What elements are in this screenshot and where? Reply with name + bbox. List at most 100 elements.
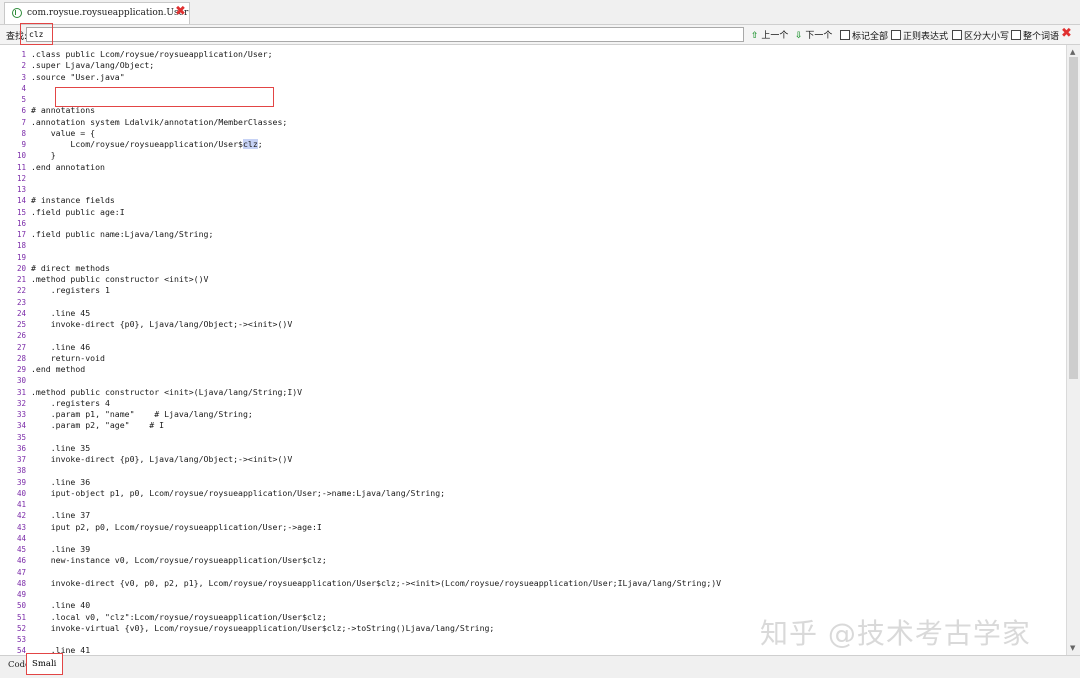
scroll-down-icon[interactable]: ▼: [1070, 644, 1075, 652]
code-line: .super Ljava/lang/Object;: [31, 60, 155, 71]
close-find-icon[interactable]: ✖: [1061, 26, 1072, 42]
code-line: .line 46: [31, 341, 91, 352]
line-number: 47: [16, 567, 26, 577]
view-tab-bar: Code Smali: [0, 655, 1080, 678]
code-line: .local v0, "clz":Lcom/roysue/roysueappli…: [31, 611, 327, 622]
code-line: Lcom/roysue/roysueapplication/User$clz;: [31, 139, 263, 149]
line-number: 15: [16, 207, 26, 217]
scroll-up-icon[interactable]: ▲: [1070, 48, 1075, 56]
line-number: 46: [16, 556, 26, 566]
watermark: 知乎 @技术考古学家: [760, 617, 1031, 650]
line-number: 8: [21, 128, 26, 138]
scrollbar-thumb[interactable]: [1069, 57, 1078, 379]
find-next-button[interactable]: ⇩ 下一个: [795, 28, 832, 41]
line-number-gutter: 1 2 3 4 5 6 7 8 9 10 11 12 13 14 15 16 17 18 19 20 21 22 23 24 2…: [0, 45, 28, 655]
line-number: 38: [16, 466, 26, 476]
mark-all-checkbox[interactable]: 标记全部: [840, 29, 888, 42]
code-line: # instance fields: [31, 195, 115, 206]
line-number: 21: [16, 275, 26, 284]
line-number: 24: [16, 308, 26, 318]
line-number: 50: [16, 601, 26, 611]
line-number: 6: [21, 106, 26, 116]
code-line: new-instance v0, Lcom/roysue/roysueappli…: [31, 555, 327, 566]
find-previous-button[interactable]: ⇧ 上一个: [751, 28, 788, 41]
checkbox-box: [840, 30, 850, 40]
line-number: 35: [16, 432, 26, 442]
match-case-checkbox[interactable]: 区分大小写: [952, 29, 1009, 42]
line-number: 32: [16, 398, 26, 408]
code-line: .end annotation: [31, 161, 105, 172]
line-number: 40: [16, 488, 26, 498]
line-number: 18: [16, 241, 26, 251]
code-line: invoke-direct {p0}, Ljava/lang/Object;->…: [31, 319, 293, 329]
line-number: 16: [16, 218, 26, 228]
line-number: 52: [16, 623, 26, 633]
line-number: 3: [21, 72, 26, 82]
line-number: 25: [16, 320, 26, 329]
code-line: .registers 4: [31, 397, 110, 408]
code-line: .line 39: [31, 544, 91, 554]
close-icon[interactable]: ✖: [175, 5, 186, 19]
line-number: 43: [16, 522, 26, 532]
line-number: 20: [16, 263, 26, 273]
code-highlight-box: [55, 87, 274, 107]
line-number: 41: [16, 500, 26, 509]
find-previous-label: 上一个: [761, 31, 789, 41]
line-number: 12: [16, 173, 26, 183]
find-input[interactable]: [26, 27, 744, 42]
line-number: 33: [16, 410, 26, 419]
line-number: 14: [16, 196, 26, 206]
line-number: 27: [16, 342, 26, 352]
smali-code-editor[interactable]: 1 2 3 4 5 6 7 8 9 10 11 12 13 14 15 16 17 18 19 20 21 22 23 24 2…: [0, 45, 1066, 655]
code-line: .param p1, "name" # Ljava/lang/String;: [31, 409, 253, 419]
whole-word-checkbox[interactable]: 整个词语: [1011, 29, 1059, 42]
line-number: 49: [16, 590, 26, 599]
file-tab[interactable]: com.roysue.roysueapplication.User ✖: [4, 2, 190, 24]
match-case-label: 区分大小写: [964, 32, 1010, 42]
code-line: invoke-direct {v0, p0, p2, p1}, Lcom/roy…: [31, 577, 722, 588]
code-line: .line 36: [31, 476, 91, 487]
code-line: .end method: [31, 364, 86, 374]
line-number: 19: [16, 252, 26, 262]
code-line: .method public constructor <init>()V: [31, 274, 209, 284]
find-next-label: 下一个: [805, 31, 833, 41]
line-number: 36: [16, 443, 26, 453]
code-line: .field public name:Ljava/lang/String;: [31, 229, 214, 239]
vertical-scrollbar[interactable]: ▲ ▼: [1066, 45, 1080, 655]
code-line: return-void: [31, 352, 105, 363]
line-number: 7: [21, 117, 26, 127]
code-line: .param p2, "age" # I: [31, 420, 165, 431]
line-number: 29: [16, 365, 26, 374]
code-line: .registers 1: [31, 285, 110, 296]
mark-all-label: 标记全部: [852, 32, 889, 42]
line-number: 48: [16, 578, 26, 588]
line-number: 5: [21, 95, 26, 104]
code-line: value = {: [31, 127, 96, 138]
regex-checkbox[interactable]: 正则表达式: [891, 29, 948, 42]
line-number: 23: [16, 297, 26, 307]
line-number: 9: [21, 140, 26, 149]
code-line: # direct methods: [31, 262, 110, 273]
line-number: 2: [21, 61, 26, 71]
code-line: invoke-direct {p0}, Ljava/lang/Object;->…: [31, 454, 293, 464]
class-file-icon: [12, 8, 22, 18]
line-number: 30: [16, 376, 26, 386]
code-line: .source "User.java": [31, 71, 125, 82]
code-line: .class public Lcom/roysue/roysueapplicat…: [31, 49, 273, 59]
code-line: .line 35: [31, 442, 91, 453]
line-number: 4: [21, 83, 26, 93]
arrow-down-icon: ⇩: [795, 31, 803, 41]
code-line: .line 40: [31, 600, 91, 611]
whole-word-label: 整个词语: [1023, 32, 1060, 42]
arrow-up-icon: ⇧: [751, 31, 759, 41]
line-number: 34: [16, 421, 26, 431]
line-number: 44: [16, 533, 26, 543]
line-number: 53: [16, 635, 26, 644]
line-number: 37: [16, 455, 26, 464]
code-line: iput p2, p0, Lcom/roysue/roysueapplicati…: [31, 521, 322, 532]
line-number: 51: [16, 612, 26, 622]
checkbox-box: [891, 30, 901, 40]
tab-title: com.roysue.roysueapplication.User: [27, 8, 189, 18]
find-bar: 查找: ⇧ 上一个 ⇩ 下一个 标记全部 正则表达式 区分大小写 整个词语 ✖: [0, 25, 1080, 45]
line-number: 11: [16, 162, 26, 172]
